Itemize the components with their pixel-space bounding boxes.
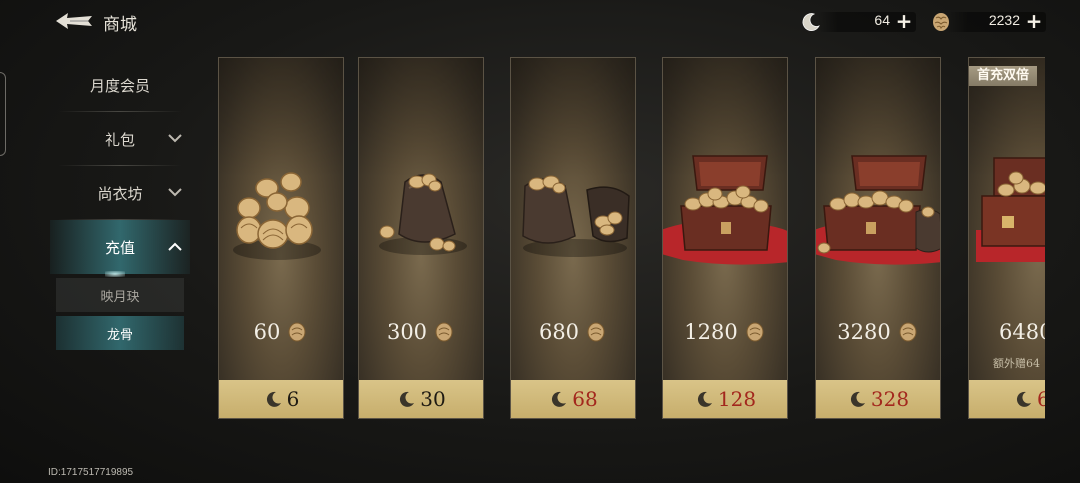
chevron-down-icon bbox=[168, 134, 182, 143]
add-jade-button[interactable]: + bbox=[894, 11, 914, 31]
walnut-icon bbox=[435, 322, 453, 342]
product-card[interactable]: 首充双倍 6480 额外赠64 6 bbox=[968, 57, 1045, 419]
jade-value: 64 bbox=[874, 12, 890, 28]
edge-handle bbox=[0, 72, 6, 156]
product-amount: 1280 bbox=[684, 320, 738, 344]
jade-crescent-icon bbox=[850, 391, 865, 407]
walnut-pile-icon bbox=[233, 172, 321, 260]
walnut-icon bbox=[746, 322, 764, 342]
product-price: 30 bbox=[420, 387, 446, 411]
sidebar-item-gift-pack[interactable]: 礼包 bbox=[50, 112, 190, 166]
product-card[interactable]: 300 30 bbox=[358, 57, 484, 419]
sidebar-item-recharge[interactable]: 充值 bbox=[50, 220, 190, 277]
back-arrow-icon bbox=[56, 13, 92, 29]
buy-button[interactable]: 68 bbox=[511, 380, 635, 418]
sidebar: 月度会员 礼包 尚衣坊 充值 映月玦 龙骨 bbox=[50, 58, 190, 350]
walnut-icon bbox=[899, 322, 917, 342]
sub-item-dragon-bone[interactable]: 龙骨 bbox=[56, 316, 184, 350]
walnut-bag-icon bbox=[379, 173, 467, 255]
jade-crescent-icon bbox=[552, 391, 567, 407]
bonus-text: 额外赠64 bbox=[993, 357, 1040, 370]
jade-crescent-icon bbox=[266, 391, 281, 407]
buy-button[interactable]: 30 bbox=[359, 380, 483, 418]
walnut-chest-bag-icon bbox=[816, 155, 940, 265]
walnut-icon bbox=[933, 13, 949, 31]
product-card[interactable]: 1280 128 bbox=[662, 57, 788, 419]
walnut-icon bbox=[288, 322, 306, 342]
walnut-bags-icon bbox=[522, 175, 630, 257]
page-title: 商城 bbox=[103, 15, 137, 35]
sub-item-moon-jade[interactable]: 映月玦 bbox=[56, 278, 184, 312]
jade-crescent-icon bbox=[697, 391, 712, 407]
walnut-value: 2232 bbox=[988, 12, 1020, 28]
jade-currency: 64 + bbox=[800, 10, 916, 34]
sub-item-label: 映月玦 bbox=[100, 289, 140, 305]
first-recharge-double-badge: 首充双倍 bbox=[969, 66, 1038, 86]
jade-crescent-icon bbox=[802, 13, 820, 31]
product-amount: 680 bbox=[538, 320, 580, 344]
walnut-icon bbox=[587, 322, 605, 342]
product-amount: 3280 bbox=[837, 320, 891, 344]
user-id: ID:1717517719895 bbox=[48, 467, 134, 478]
product-price: 6 bbox=[1037, 387, 1045, 411]
product-card[interactable]: 60 6 bbox=[218, 57, 344, 419]
buy-button[interactable]: 128 bbox=[663, 380, 787, 418]
walnut-chest-icon bbox=[663, 155, 787, 265]
product-amount: 60 bbox=[253, 320, 281, 344]
product-price: 328 bbox=[870, 387, 910, 411]
product-price: 68 bbox=[572, 387, 598, 411]
buy-button[interactable]: 6 bbox=[969, 380, 1045, 418]
walnut-treasure-chest-icon bbox=[976, 157, 1045, 262]
product-amount: 6480 bbox=[999, 320, 1045, 344]
sidebar-item-label: 充值 bbox=[104, 238, 135, 257]
sidebar-item-label: 月度会员 bbox=[89, 76, 150, 95]
jade-crescent-icon bbox=[400, 391, 415, 407]
product-list: 60 6 300 30 680 68 1280 128 3280 328 首充双… bbox=[218, 57, 1045, 419]
sidebar-item-wardrobe[interactable]: 尚衣坊 bbox=[50, 166, 190, 220]
product-card[interactable]: 680 68 bbox=[510, 57, 636, 419]
product-price: 6 bbox=[286, 387, 300, 411]
product-price: 128 bbox=[717, 387, 757, 411]
sub-item-label: 龙骨 bbox=[106, 327, 133, 343]
buy-button[interactable]: 328 bbox=[816, 380, 940, 418]
chevron-up-icon bbox=[168, 242, 182, 251]
product-amount: 300 bbox=[386, 320, 428, 344]
sidebar-item-label: 礼包 bbox=[104, 130, 135, 149]
product-card[interactable]: 3280 328 bbox=[815, 57, 941, 419]
sidebar-item-label: 尚衣坊 bbox=[97, 184, 143, 203]
buy-button[interactable]: 6 bbox=[219, 380, 343, 418]
jade-crescent-icon bbox=[1016, 391, 1031, 407]
walnut-currency: 2232 + bbox=[930, 10, 1046, 34]
back-button[interactable] bbox=[54, 10, 94, 32]
sidebar-item-monthly-member[interactable]: 月度会员 bbox=[50, 58, 190, 112]
chevron-down-icon bbox=[168, 188, 182, 197]
add-walnut-button[interactable]: + bbox=[1024, 11, 1044, 31]
